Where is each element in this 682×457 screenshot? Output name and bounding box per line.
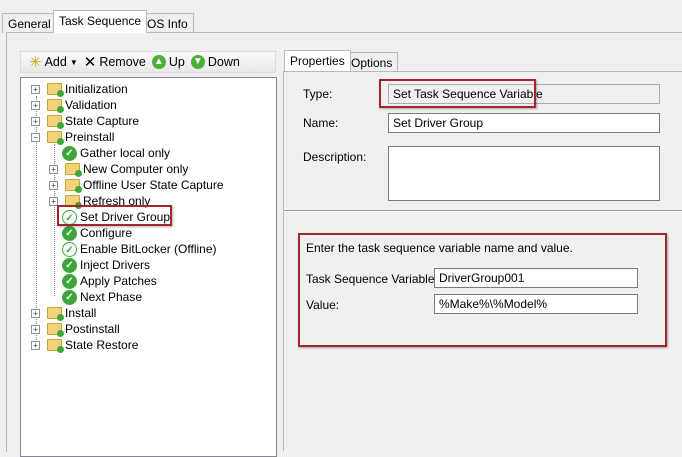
tab-options[interactable]: Options xyxy=(345,52,399,72)
check-icon: ✓ xyxy=(62,273,77,289)
tree-item[interactable]: + Offline User State Capture xyxy=(49,177,224,193)
toolbar: ✳ Add ▼ ✕ Remove ▲ Up ▼ Down xyxy=(20,51,276,73)
tree-item-label: Preinstall xyxy=(65,130,115,144)
tab-general[interactable]: General xyxy=(2,13,57,33)
variable-label: Task Sequence Variable: xyxy=(306,272,438,286)
description-label: Description: xyxy=(303,150,367,164)
separator xyxy=(284,210,682,212)
tree-item-label: Enable BitLocker (Offline) xyxy=(80,242,217,256)
tree-item[interactable]: + New Computer only xyxy=(49,161,188,177)
expand-icon[interactable]: + xyxy=(31,308,40,318)
description-input[interactable] xyxy=(388,146,660,201)
tree-item[interactable]: ✓ Configure xyxy=(62,225,132,241)
up-arrow-icon: ▲ xyxy=(151,55,166,69)
down-button[interactable]: ▼ Down xyxy=(190,55,240,69)
type-highlight-box xyxy=(379,79,536,108)
down-arrow-icon: ▼ xyxy=(190,55,205,69)
remove-button[interactable]: ✕ Remove xyxy=(84,53,146,71)
expand-icon[interactable]: + xyxy=(31,100,40,110)
tree-item[interactable]: + Install xyxy=(31,305,96,321)
folder-icon xyxy=(65,179,82,193)
tree-item-label: Inject Drivers xyxy=(80,258,151,272)
tree-item-label: State Capture xyxy=(65,114,140,128)
up-label: Up xyxy=(168,55,185,69)
name-label: Name: xyxy=(303,116,339,130)
expand-icon[interactable]: + xyxy=(49,180,58,190)
variable-value-input[interactable]: %Make%\%Model% xyxy=(434,294,638,314)
chevron-down-icon: ▼ xyxy=(69,57,78,67)
tree-item[interactable]: ✓ Enable BitLocker (Offline) xyxy=(62,241,217,257)
instructions-text: Enter the task sequence variable name an… xyxy=(306,241,573,255)
tree-item-label: Apply Patches xyxy=(80,274,157,288)
folder-icon xyxy=(47,99,64,113)
tree-item[interactable]: + State Capture xyxy=(31,113,139,129)
check-icon: ✓ xyxy=(62,289,77,305)
expand-icon[interactable]: + xyxy=(31,116,40,126)
collapse-icon[interactable]: − xyxy=(31,132,40,142)
tree-item-label: Next Phase xyxy=(80,290,143,304)
tree-item[interactable]: + Initialization xyxy=(31,81,128,97)
tree-item-label: Initialization xyxy=(65,82,128,96)
folder-icon xyxy=(47,307,64,321)
tab-properties[interactable]: Properties xyxy=(284,50,351,72)
tree-item[interactable]: ✓ Next Phase xyxy=(62,289,142,305)
tree-item-label: Postinstall xyxy=(65,322,120,336)
variable-name-input[interactable]: DriverGroup001 xyxy=(434,268,638,288)
name-input[interactable]: Set Driver Group xyxy=(388,113,660,133)
folder-icon xyxy=(47,83,64,97)
folder-icon xyxy=(47,131,64,145)
expand-icon[interactable]: + xyxy=(31,324,40,334)
folder-icon xyxy=(47,339,64,353)
selection-highlight-box xyxy=(57,205,172,226)
tree-item-label: Offline User State Capture xyxy=(83,178,224,192)
folder-icon xyxy=(65,163,82,177)
add-label: Add xyxy=(44,55,67,69)
check-icon: ✓ xyxy=(62,225,77,241)
tree-item-label: Install xyxy=(65,306,97,320)
down-label: Down xyxy=(207,55,240,69)
tree-item-label: Configure xyxy=(80,226,133,240)
tab-os-info[interactable]: OS Info xyxy=(141,13,194,33)
tree-item-label: Gather local only xyxy=(80,146,171,160)
check-icon: ✓ xyxy=(62,257,77,273)
expand-icon[interactable]: + xyxy=(31,340,40,350)
add-icon: ✳ xyxy=(29,54,42,71)
check-icon: ✓ xyxy=(62,145,77,161)
expand-icon[interactable]: + xyxy=(31,84,40,94)
value-label: Value: xyxy=(306,298,340,312)
tree-item[interactable]: + State Restore xyxy=(31,337,138,353)
tree-item[interactable]: ✓ Inject Drivers xyxy=(62,257,150,273)
check-icon: ✓ xyxy=(62,241,77,257)
tree-item[interactable]: + Validation xyxy=(31,97,117,113)
remove-label: Remove xyxy=(99,55,146,69)
tree-item-label: Validation xyxy=(65,98,117,112)
add-button[interactable]: ✳ Add ▼ xyxy=(29,53,78,71)
tree-item-label: State Restore xyxy=(65,338,139,352)
tree-item[interactable]: + Postinstall xyxy=(31,321,120,337)
folder-icon xyxy=(47,115,64,129)
tree-item[interactable]: ✓ Apply Patches xyxy=(62,273,157,289)
remove-icon: ✕ xyxy=(83,54,97,71)
tree-item-label: New Computer only xyxy=(83,162,189,176)
tree-item[interactable]: ✓ Gather local only xyxy=(62,145,170,161)
expand-icon[interactable]: + xyxy=(49,164,58,174)
tab-task-sequence[interactable]: Task Sequence xyxy=(53,10,148,33)
up-button[interactable]: ▲ Up xyxy=(151,55,185,69)
folder-icon xyxy=(47,323,64,337)
tree-item[interactable]: − Preinstall xyxy=(31,129,114,145)
task-sequence-tree[interactable]: + Initialization + Validation + State Capture… xyxy=(20,77,277,457)
type-label: Type: xyxy=(303,87,333,101)
